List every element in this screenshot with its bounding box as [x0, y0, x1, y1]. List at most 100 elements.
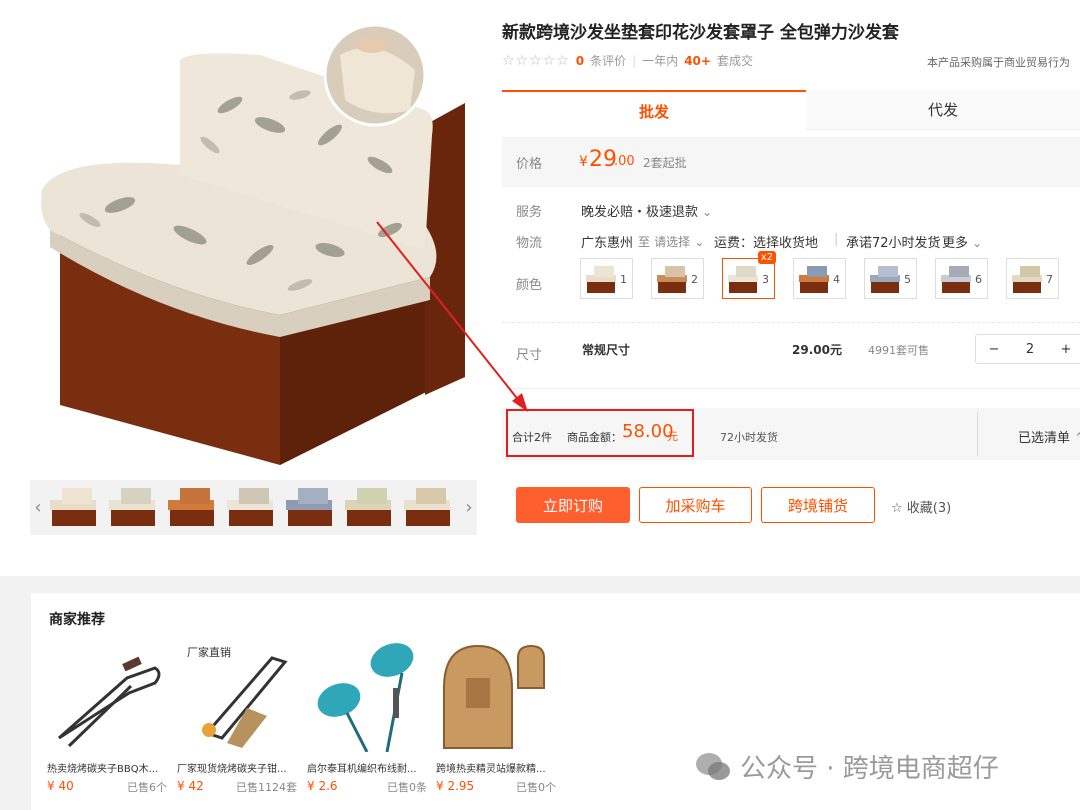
color-option-number: 7 — [1046, 273, 1053, 286]
plus-button[interactable]: + — [1048, 342, 1080, 357]
recommend-item[interactable]: 启尔泰耳机编织布线耐... ¥ 2.6 已售0条 — [307, 638, 429, 795]
thumbnail[interactable] — [402, 482, 454, 532]
quantity-value[interactable]: 2 — [1012, 342, 1048, 357]
product-title: 新款跨境沙发坐垫套印花沙发套罩子 全包弹力沙发套 — [502, 23, 899, 43]
add-to-cart-button[interactable]: 加采购车 — [639, 487, 752, 523]
deals-count: 40+ — [684, 53, 711, 68]
swatch-image — [657, 266, 687, 293]
recommend-image[interactable]: 厂家直销 — [177, 638, 299, 752]
color-option-number: 4 — [833, 273, 840, 286]
favorite-button[interactable]: ☆ 收藏(3) — [891, 497, 951, 516]
chevron-down-icon: ⌄ — [972, 236, 983, 250]
price-box: 价格 ¥ 29 .00 2套起批 — [502, 137, 1080, 187]
to-select: 请选择 — [654, 235, 691, 249]
buy-now-button[interactable]: 立即订购 — [516, 487, 630, 523]
product-detail-section: ‹ › 新款跨境沙发坐垫套印花沙发套罩子 全包弹力沙发套 ☆☆☆☆☆ 0 条评价… — [0, 0, 1080, 576]
color-option-number: 3 — [762, 273, 769, 286]
swatch-image — [586, 266, 616, 293]
color-option[interactable]: 2 — [651, 258, 704, 299]
color-option-selected[interactable]: 3 x2 — [722, 251, 776, 299]
minus-button[interactable]: − — [976, 342, 1012, 357]
divider — [977, 412, 978, 456]
swatch-image — [941, 266, 971, 293]
recommend-image[interactable] — [47, 638, 169, 752]
recommend-image[interactable] — [436, 638, 558, 752]
color-option[interactable]: 5 — [864, 258, 917, 299]
logistics-label: 物流 — [516, 236, 543, 251]
color-option[interactable]: 4 — [793, 258, 846, 299]
recommend-price: ¥ 40 — [47, 779, 74, 793]
ship-promise: 承诺72小时发货 — [846, 236, 941, 251]
thumbnail[interactable] — [225, 482, 277, 532]
size-price: 29.00元 — [792, 343, 842, 357]
color-label: 颜色 — [516, 278, 543, 293]
recommend-sold: 已售1124套 — [236, 781, 297, 794]
tab-wholesale[interactable]: 批发 — [502, 90, 806, 130]
price-integer: 29 — [589, 147, 617, 172]
recommend-title: 商家推荐 — [49, 612, 105, 628]
selected-list-label: 已选清单 — [1018, 431, 1071, 446]
color-option[interactable]: 6 — [935, 258, 988, 299]
color-option-number: 5 — [904, 273, 911, 286]
more-label: 更多 — [942, 236, 969, 251]
thumbnail[interactable] — [166, 482, 218, 532]
earphones-image — [317, 643, 414, 753]
color-option[interactable]: 1 — [580, 258, 633, 299]
recommend-item[interactable]: 跨境热卖精灵站爆款精... ¥ 2.95 已售0个 — [436, 638, 558, 795]
tab-dropship[interactable]: 代发 — [806, 90, 1080, 130]
recommend-sold: 已售0条 — [387, 781, 427, 794]
recommend-name: 热卖烧烤碳夹子BBQ木... — [47, 764, 159, 775]
color-option-number: 2 — [691, 273, 698, 286]
rating-count[interactable]: 0 — [576, 54, 584, 68]
tongs-image — [58, 656, 161, 748]
size-stock: 4991套可售 — [868, 344, 929, 357]
chevron-down-icon: ⌄ — [702, 205, 713, 219]
divider — [502, 322, 1080, 323]
cross-border-button[interactable]: 跨境铺货 — [761, 487, 875, 523]
thumbnail[interactable] — [343, 482, 395, 532]
favorite-label: 收藏(3) — [906, 501, 952, 516]
divider: | — [632, 53, 637, 68]
quantity-stepper[interactable]: − 2 + — [975, 334, 1080, 364]
chevron-up-icon: ⌃ — [1074, 431, 1080, 446]
main-product-image[interactable] — [30, 15, 480, 470]
swatch-image — [870, 266, 900, 293]
thumbnail-strip: ‹ › — [30, 480, 477, 535]
size-label: 尺寸 — [516, 348, 543, 363]
price-symbol: ¥ — [579, 154, 588, 170]
logistics-to-select[interactable]: 至 请选择 ⌄ — [638, 233, 704, 250]
recommend-sold: 已售6个 — [127, 781, 167, 794]
shipping-fee: 运费：选择收货地 — [714, 236, 819, 251]
min-order-qty: 2套起批 — [643, 156, 687, 170]
selected-qty-badge: x2 — [757, 251, 776, 264]
color-option-number: 6 — [975, 273, 982, 286]
color-option[interactable]: 7 — [1006, 258, 1059, 299]
size-name: 常规尺寸 — [582, 343, 631, 357]
recommend-item[interactable]: 热卖烧烤碳夹子BBQ木... ¥ 40 已售6个 — [47, 638, 169, 795]
recommend-price: ¥ 2.6 — [307, 779, 338, 793]
factory-direct-tag: 厂家直销 — [187, 646, 231, 659]
recommend-price: ¥ 42 — [177, 779, 204, 793]
rating-stars-icon: ☆☆☆☆☆ — [502, 52, 570, 69]
thumb-next-icon[interactable]: › — [461, 480, 477, 535]
thumbnail[interactable] — [107, 482, 159, 532]
service-dropdown[interactable]: 晚发必赔・极速退款 ⌄ — [581, 201, 712, 220]
recommend-image[interactable] — [307, 638, 429, 753]
recommend-name: 跨境热卖精灵站爆款精... — [436, 764, 546, 775]
wechat-icon — [696, 752, 730, 780]
rating-row: ☆☆☆☆☆ 0 条评价 | 一年内 40+ 套成交 — [502, 52, 753, 69]
recommend-item[interactable]: 厂家直销 厂家现货烧烤碳夹子钳... ¥ 42 已售1124套 — [177, 638, 299, 795]
total-count: 合计2件 — [512, 431, 552, 444]
logistics-from: 广东惠州 — [581, 236, 634, 251]
period-label: 一年内 — [642, 54, 679, 68]
divider: | — [834, 232, 839, 247]
thumbnail[interactable] — [284, 482, 336, 532]
ship-time: 72小时发货 — [720, 431, 778, 444]
selected-list-toggle[interactable]: 已选清单 ⌃ — [1018, 427, 1080, 446]
thumbnail[interactable] — [48, 482, 100, 532]
thumb-prev-icon[interactable]: ‹ — [30, 480, 46, 535]
fairy-door-image — [443, 644, 545, 749]
rating-label: 条评价 — [590, 54, 627, 68]
more-dropdown[interactable]: 更多 ⌄ — [942, 232, 982, 251]
swatch-image — [1012, 266, 1042, 293]
